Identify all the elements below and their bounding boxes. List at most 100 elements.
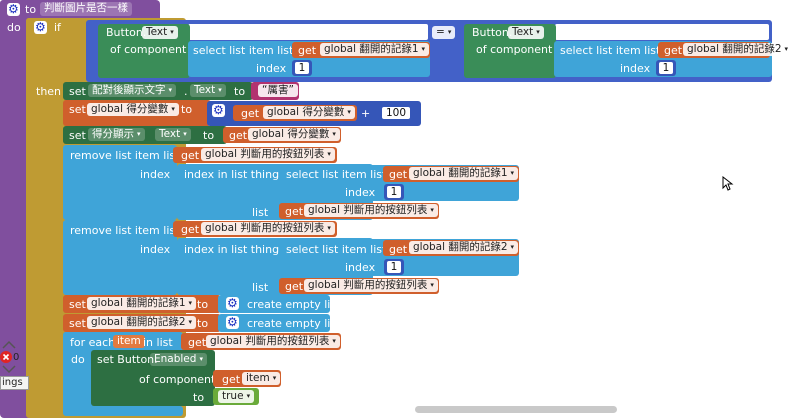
- variable-dropdown[interactable]: global 得分變數 ▾: [87, 103, 179, 116]
- variable-dropdown[interactable]: global 得分變數 ▾: [263, 106, 355, 119]
- variable-text: global 翻開的記錄1: [413, 167, 508, 179]
- list-label: list: [252, 281, 269, 294]
- property-text: Text: [194, 84, 216, 96]
- for-each-do-label: do: [71, 353, 85, 366]
- get-label: get: [241, 107, 260, 120]
- variable-text: global 翻開的記錄2: [687, 43, 782, 55]
- index-label: index: [256, 62, 287, 75]
- to-label: to: [193, 391, 205, 404]
- variable-dropdown[interactable]: global 判斷用的按鈕列表 ▾: [201, 222, 335, 235]
- plus-operator: +: [361, 107, 371, 120]
- number-value[interactable]: 1: [387, 186, 401, 198]
- set-label: set: [69, 85, 86, 98]
- procedure-do-label: do: [7, 21, 21, 34]
- variable-text: global 得分變數: [91, 103, 169, 115]
- get-label: get: [664, 44, 683, 57]
- logic-value-text: true: [222, 390, 244, 402]
- dot-label: .: [184, 85, 188, 98]
- variable-dropdown[interactable]: global 翻開的記錄2 ▾: [409, 241, 519, 254]
- variable-dropdown[interactable]: global 翻開的記錄2 ▾: [87, 316, 197, 329]
- get-label: get: [298, 44, 317, 57]
- for-each-label: for each: [70, 336, 116, 349]
- index-label: index: [620, 62, 651, 75]
- number-value[interactable]: 1: [295, 62, 309, 74]
- settings-button[interactable]: ings: [0, 376, 29, 390]
- variable-text: global 判斷用的按鈕列表: [205, 148, 325, 160]
- compare-operator[interactable]: = ▾: [432, 26, 456, 39]
- variable-text: global 判斷用的按鈕列表: [210, 335, 330, 347]
- variable-dropdown[interactable]: global 判斷用的按鈕列表 ▾: [304, 279, 438, 292]
- to-label: to: [197, 317, 209, 330]
- component-label: Button.: [106, 26, 147, 39]
- set-label: set: [69, 298, 86, 311]
- component-text: 配對後顯示文字: [92, 84, 166, 96]
- component-dropdown[interactable]: 得分顯示 ▾: [88, 128, 145, 141]
- variable-text: global 得分變數: [252, 128, 330, 140]
- remove-list-label: remove list item list: [70, 149, 180, 162]
- text-value[interactable]: “厲害”: [258, 84, 298, 97]
- create-empty-list-label: create empty list: [247, 298, 341, 311]
- variable-dropdown[interactable]: global 翻開的記錄2 ▾: [683, 43, 793, 56]
- variable-dropdown[interactable]: item ▾: [242, 372, 281, 385]
- index-in-list-label: index in list thing: [184, 243, 280, 256]
- for-each-footer[interactable]: [63, 406, 183, 416]
- of-component-label: of component: [139, 373, 216, 386]
- compare-input-left: [188, 24, 428, 40]
- variable-dropdown[interactable]: global 判斷用的按鈕列表 ▾: [206, 335, 340, 348]
- variable-dropdown[interactable]: global 翻開的記錄1 ▾: [320, 43, 430, 56]
- variable-text: global 判斷用的按鈕列表: [308, 279, 428, 291]
- variable-text: global 判斷用的按鈕列表: [308, 204, 428, 216]
- to-label: to: [181, 103, 193, 116]
- property-text: Enabled: [154, 353, 197, 365]
- variable-text: global 判斷用的按鈕列表: [205, 222, 325, 234]
- property-dropdown[interactable]: Text ▾: [508, 26, 544, 39]
- procedure-to-label: to: [25, 3, 37, 16]
- property-dropdown[interactable]: Text ▾: [142, 26, 178, 39]
- component-dropdown[interactable]: 配對後顯示文字 ▾: [88, 84, 177, 97]
- gear-icon[interactable]: [226, 315, 239, 329]
- horizontal-scrollbar[interactable]: [415, 406, 617, 413]
- get-label: get: [181, 149, 200, 162]
- text-value-string: 厲害: [267, 84, 289, 96]
- property-dropdown[interactable]: Enabled ▾: [150, 353, 207, 366]
- property-dropdown[interactable]: Text ▾: [190, 84, 226, 97]
- in-list-label: in list: [143, 336, 173, 349]
- number-value[interactable]: 1: [387, 261, 401, 273]
- of-component-label: of component: [110, 43, 187, 56]
- loop-variable-name[interactable]: item: [113, 335, 145, 348]
- gear-icon[interactable]: [34, 20, 47, 34]
- to-label: to: [203, 129, 215, 142]
- logic-value-dropdown[interactable]: true ▾: [218, 390, 255, 403]
- number-value[interactable]: 1: [659, 62, 673, 74]
- get-label: get: [188, 336, 207, 349]
- gear-icon[interactable]: [226, 296, 239, 310]
- select-list-label: select list item list: [286, 243, 387, 256]
- index-label: index: [345, 261, 376, 274]
- select-list-label: select list item list: [286, 168, 387, 181]
- variable-dropdown[interactable]: global 翻開的記錄1 ▾: [87, 297, 197, 310]
- property-text: Text: [512, 26, 534, 38]
- get-label: get: [285, 205, 304, 218]
- warning-count: 0: [13, 352, 20, 363]
- property-dropdown[interactable]: Text ▾: [155, 128, 191, 141]
- get-label: get: [389, 168, 408, 181]
- to-label: to: [197, 298, 209, 311]
- variable-dropdown[interactable]: global 得分變數 ▾: [248, 128, 340, 141]
- create-empty-list-label: create empty list: [247, 317, 341, 330]
- component-text: 得分顯示: [92, 128, 134, 140]
- gear-icon[interactable]: [212, 103, 225, 117]
- gear-icon[interactable]: [7, 2, 20, 16]
- variable-dropdown[interactable]: global 翻開的記錄1 ▾: [409, 167, 519, 180]
- warning-toggle-down[interactable]: [0, 364, 18, 374]
- get-label: get: [222, 373, 241, 386]
- number-value[interactable]: 100: [382, 107, 410, 119]
- warning-toggle-up[interactable]: [0, 340, 18, 350]
- index-label: index: [140, 168, 171, 181]
- variable-dropdown[interactable]: global 判斷用的按鈕列表 ▾: [304, 204, 438, 217]
- select-list-label: select list item list: [560, 44, 661, 57]
- procedure-name[interactable]: 判斷圖片是否一樣: [40, 2, 132, 16]
- set-label: set Button.: [97, 353, 158, 366]
- variable-dropdown[interactable]: global 判斷用的按鈕列表 ▾: [201, 148, 335, 161]
- if-label: if: [54, 21, 61, 34]
- blocks-workspace[interactable]: to 判斷圖片是否一樣 do if then =▾ Button. Text▾ …: [0, 0, 800, 418]
